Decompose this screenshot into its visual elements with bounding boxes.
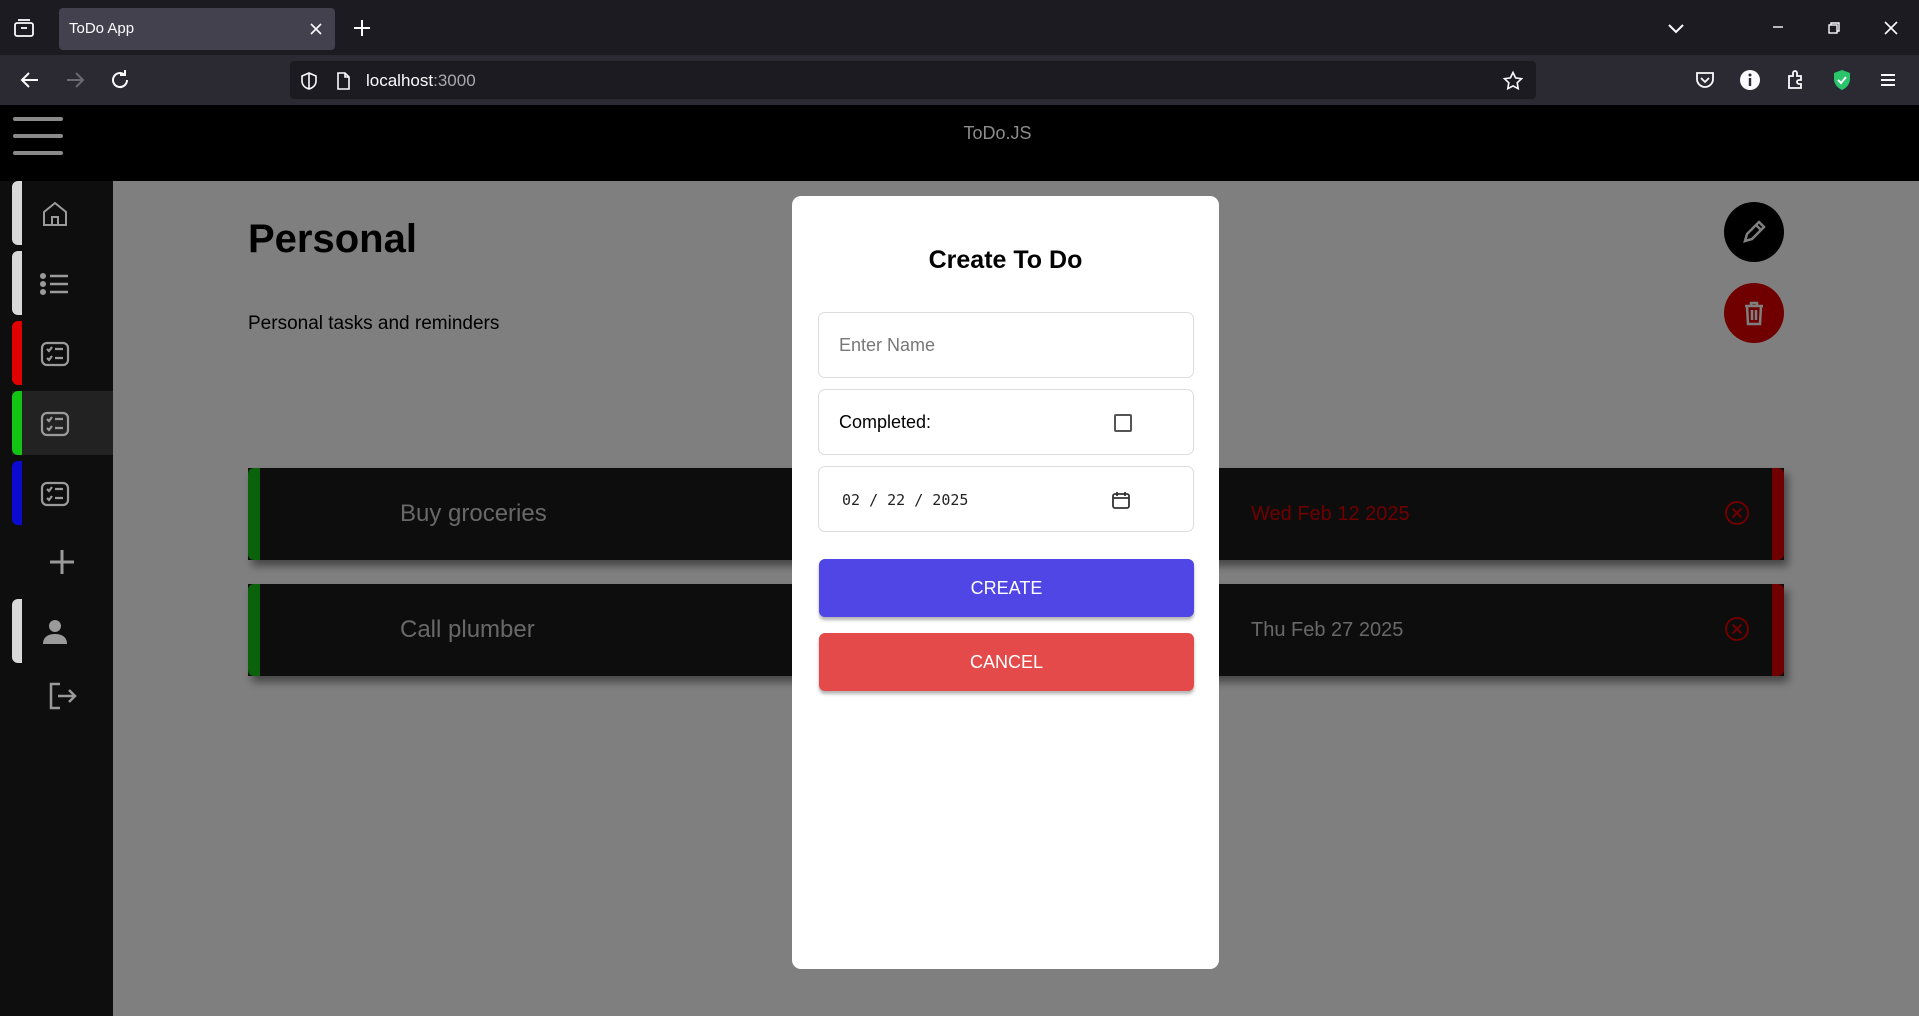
tab-title: ToDo App [69,20,135,37]
home-icon [43,201,67,226]
bookmark-star-icon[interactable] [1502,70,1524,92]
page-icon[interactable] [332,70,354,92]
sidebar-item-list-green[interactable] [12,391,113,455]
url-port: :3000 [433,71,476,90]
extensions-icon[interactable] [1783,67,1809,93]
forward-icon[interactable] [62,67,88,93]
ublock-icon[interactable] [1829,67,1855,93]
completed-label: Completed: [839,412,932,432]
browser-tab[interactable]: ToDo App [59,8,335,50]
sidebar-item-list-red[interactable] [12,321,113,385]
sidebar [0,181,113,1016]
back-icon[interactable] [17,67,43,93]
date-input[interactable]: 02 / 22 / 2025 [842,491,968,509]
reload-icon[interactable] [107,67,133,93]
url-bar[interactable]: localhost:3000 [290,61,1536,99]
list-icon [39,272,68,296]
modal-title: Create To Do [928,246,1083,274]
app-title: ToDo.JS [963,123,1032,143]
menu-icon[interactable] [1875,67,1901,93]
url-host: localhost [366,71,434,90]
new-tab-icon[interactable] [349,15,375,41]
restore-icon[interactable] [1818,12,1850,44]
create-button[interactable]: CREATE [819,559,1194,617]
user-icon [43,620,67,644]
url-text: localhost:3000 [366,71,476,91]
browser-tabbar: ToDo App [0,0,1919,55]
checklist-icon [40,411,70,437]
name-input[interactable] [820,314,1192,376]
cancel-button[interactable]: CANCEL [819,633,1194,691]
minimize-icon[interactable] [1762,12,1794,44]
checklist-icon [40,341,70,367]
close-window-icon[interactable] [1875,12,1907,44]
sidebar-item-lists[interactable] [12,251,113,315]
sidebar-item-profile[interactable] [12,599,113,663]
browser-navbar: localhost:3000 [0,55,1919,105]
sidebar-item-home[interactable] [12,181,113,245]
completed-field: Completed: [818,389,1194,455]
sidebar-item-list-blue[interactable] [12,461,113,525]
tab-list-icon[interactable] [12,16,36,40]
date-field[interactable]: 02 / 22 / 2025 [818,466,1194,532]
shield-icon[interactable] [298,70,320,92]
completed-checkbox[interactable] [1114,414,1132,432]
calendar-icon[interactable] [1110,489,1132,511]
logout-icon[interactable] [44,678,80,714]
name-field [818,312,1194,378]
add-list-icon[interactable] [44,544,80,580]
pocket-icon[interactable] [1692,67,1718,93]
tab-close-icon[interactable] [305,18,327,40]
chevron-down-icon[interactable] [1660,12,1692,44]
checklist-icon [40,481,70,507]
info-icon[interactable] [1737,67,1763,93]
create-todo-modal: Create To Do Completed: 02 / 22 / 2025 C… [792,196,1219,969]
